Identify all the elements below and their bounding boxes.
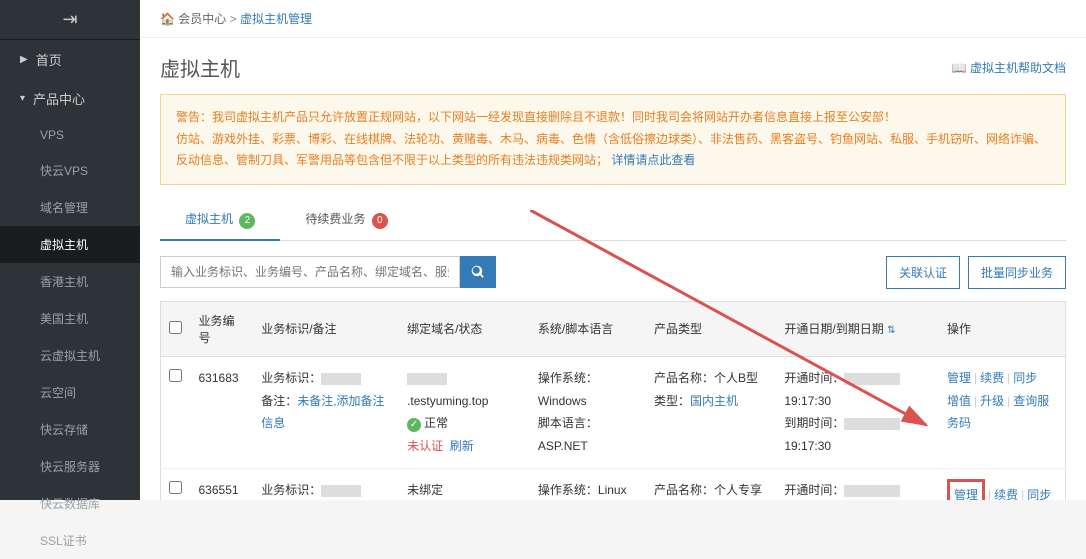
cell-date: 开通时间：xxxx-xx-xx 19:17:30 到期时间：xxxx-xx-xx… bbox=[776, 356, 939, 468]
status-ok-icon: ✓ bbox=[407, 418, 421, 432]
cell-date: 开通时间：xxxx-xx-xx 01:21:36 到期时间：xxxx-xx-xx… bbox=[776, 468, 939, 500]
table-row: 636551 业务标识：xxxxx 备注：未备注,添加备注信息 未绑定 ✓正常 … bbox=[161, 468, 1066, 500]
sidebar-item-kuaiyun-vps[interactable]: 快云VPS bbox=[0, 152, 140, 189]
type-link[interactable]: 国内主机 bbox=[690, 394, 738, 408]
sidebar-item-vhost[interactable]: 虚拟主机 bbox=[0, 226, 140, 263]
cell-prod: 产品名称：个人专享主机 类型：国内主机 bbox=[646, 468, 776, 500]
sidebar-item-storage[interactable]: 快云存储 bbox=[0, 411, 140, 448]
cell-biz: 业务标识：xxxxx 备注：未备注,添加备注信息 bbox=[253, 356, 399, 468]
alert-line1: 警告：我司虚拟主机产品只允许放置正规网站，以下网站一经发现直接删除且不退款！同时… bbox=[176, 107, 1050, 129]
alert-line2: 仿站、游戏外挂、彩票、博彩、在线棋牌、法轮功、黄赌毒、木马、病毒、色情（含低俗擦… bbox=[176, 129, 1050, 172]
search-button[interactable] bbox=[460, 256, 496, 288]
col-id: 业务编号 bbox=[191, 301, 254, 356]
redacted: xxxx-xx-xx bbox=[844, 485, 900, 497]
tab-badge: 2 bbox=[239, 213, 255, 229]
sidebar-label: 首页 bbox=[36, 50, 62, 69]
search-input[interactable] bbox=[160, 256, 460, 288]
breadcrumb: 🏠 会员中心 > 虚拟主机管理 bbox=[140, 0, 1086, 38]
assoc-auth-button[interactable]: 关联认证 bbox=[886, 256, 960, 289]
data-table: 业务编号 业务标识/备注 绑定域名/状态 系统/脚本语言 产品类型 开通日期/到… bbox=[160, 301, 1066, 500]
main-content: 🏠 会员中心 > 虚拟主机管理 虚拟主机 📖 虚拟主机帮助文档 警告：我司虚拟主… bbox=[140, 0, 1086, 500]
row-checkbox[interactable] bbox=[169, 369, 182, 382]
sidebar-logo: ⇥ bbox=[0, 0, 140, 40]
renew-link[interactable]: 续费 bbox=[980, 371, 1004, 385]
tab-vhost[interactable]: 虚拟主机 2 bbox=[160, 200, 280, 241]
row-checkbox[interactable] bbox=[169, 481, 182, 494]
col-domain: 绑定域名/状态 bbox=[399, 301, 530, 356]
redacted: xxxx-xx-xx bbox=[844, 373, 900, 385]
sidebar-item-vps[interactable]: VPS bbox=[0, 118, 140, 152]
warning-alert: 警告：我司虚拟主机产品只允许放置正规网站，以下网站一经发现直接删除且不退款！同时… bbox=[160, 94, 1066, 185]
col-prod: 产品类型 bbox=[646, 301, 776, 356]
sync-link[interactable]: 同步 bbox=[1027, 488, 1051, 500]
batch-sync-button[interactable]: 批量同步业务 bbox=[968, 256, 1066, 289]
cell-biz: 业务标识：xxxxx 备注：未备注,添加备注信息 bbox=[253, 468, 399, 500]
sidebar-item-products[interactable]: ▾ 产品中心 bbox=[0, 79, 140, 118]
select-all-checkbox[interactable] bbox=[169, 321, 182, 334]
manage-link[interactable]: 管理 bbox=[954, 488, 978, 500]
sidebar-item-hk[interactable]: 香港主机 bbox=[0, 263, 140, 300]
breadcrumb-sep: > bbox=[230, 12, 237, 26]
alert-more-link[interactable]: 详情请点此查看 bbox=[611, 153, 695, 167]
search-icon bbox=[471, 265, 485, 279]
col-date[interactable]: 开通日期/到期日期 ⇅ bbox=[776, 301, 939, 356]
tabs: 虚拟主机 2 待续费业务 0 bbox=[160, 200, 1066, 241]
cell-id: 636551 bbox=[191, 468, 254, 500]
col-ops: 操作 bbox=[939, 301, 1066, 356]
cell-id: 631683 bbox=[191, 356, 254, 468]
col-sys: 系统/脚本语言 bbox=[530, 301, 646, 356]
sidebar: ⇥ ▶ 首页 ▾ 产品中心 VPS 快云VPS 域名管理 虚拟主机 香港主机 美… bbox=[0, 0, 140, 500]
redacted: xxx bbox=[407, 373, 447, 385]
sidebar-item-cloud-space[interactable]: 云空间 bbox=[0, 374, 140, 411]
upgrade-link[interactable]: 升级 bbox=[980, 394, 1004, 408]
refresh-link[interactable]: 刷新 bbox=[450, 439, 474, 453]
search-box bbox=[160, 256, 496, 289]
redacted: xxxxx bbox=[321, 485, 361, 497]
sidebar-item-ssl[interactable]: SSL证书 bbox=[0, 522, 140, 559]
highlight-annotation: 管理 bbox=[947, 479, 985, 500]
tab-renewal[interactable]: 待续费业务 0 bbox=[280, 200, 412, 240]
table-row: 631683 业务标识：xxxxx 备注：未备注,添加备注信息 xxx.test… bbox=[161, 356, 1066, 468]
sort-icon: ⇅ bbox=[887, 325, 895, 336]
breadcrumb-home[interactable]: 会员中心 bbox=[178, 12, 226, 26]
renew-link[interactable]: 续费 bbox=[994, 488, 1018, 500]
verify-status: 未认证 bbox=[407, 439, 443, 453]
breadcrumb-current[interactable]: 虚拟主机管理 bbox=[240, 12, 312, 26]
sidebar-item-cloud-vhost[interactable]: 云虚拟主机 bbox=[0, 337, 140, 374]
cell-domain: xxx.testyuming.top ✓正常 未认证 刷新 bbox=[399, 356, 530, 468]
cell-ops: 管理|续费|同步 增值|查询服务码 bbox=[939, 468, 1066, 500]
cell-sys: 操作系统：Windows 脚本语言：ASP.NET bbox=[530, 356, 646, 468]
sidebar-item-home[interactable]: ▶ 首页 bbox=[0, 40, 140, 79]
manage-link[interactable]: 管理 bbox=[947, 371, 971, 385]
cell-sys: 操作系统：Linux 脚本语言：PHP bbox=[530, 468, 646, 500]
sidebar-item-db[interactable]: 快云数据库 bbox=[0, 485, 140, 522]
cell-ops: 管理|续费|同步 增值|升级|查询服务码 bbox=[939, 356, 1066, 468]
caret-right-icon: ▶ bbox=[20, 54, 28, 65]
cell-domain: 未绑定 ✓正常 未认证 刷新 bbox=[399, 468, 530, 500]
col-biz: 业务标识/备注 bbox=[253, 301, 399, 356]
sidebar-item-us[interactable]: 美国主机 bbox=[0, 300, 140, 337]
sidebar-label: 产品中心 bbox=[33, 89, 85, 108]
page-title: 虚拟主机 bbox=[160, 53, 240, 82]
sidebar-item-server[interactable]: 快云服务器 bbox=[0, 448, 140, 485]
home-icon: 🏠 bbox=[160, 12, 175, 26]
caret-down-icon: ▾ bbox=[20, 93, 25, 104]
cell-prod: 产品名称：个人B型 类型：国内主机 bbox=[646, 356, 776, 468]
tab-badge: 0 bbox=[372, 213, 388, 229]
help-link[interactable]: 📖 虚拟主机帮助文档 bbox=[952, 59, 1066, 76]
redacted: xxxxx bbox=[321, 373, 361, 385]
sync-link[interactable]: 同步 bbox=[1013, 371, 1037, 385]
add-link[interactable]: 增值 bbox=[947, 394, 971, 408]
redacted: xxxx-xx-xx bbox=[844, 418, 900, 430]
sidebar-item-domain[interactable]: 域名管理 bbox=[0, 189, 140, 226]
